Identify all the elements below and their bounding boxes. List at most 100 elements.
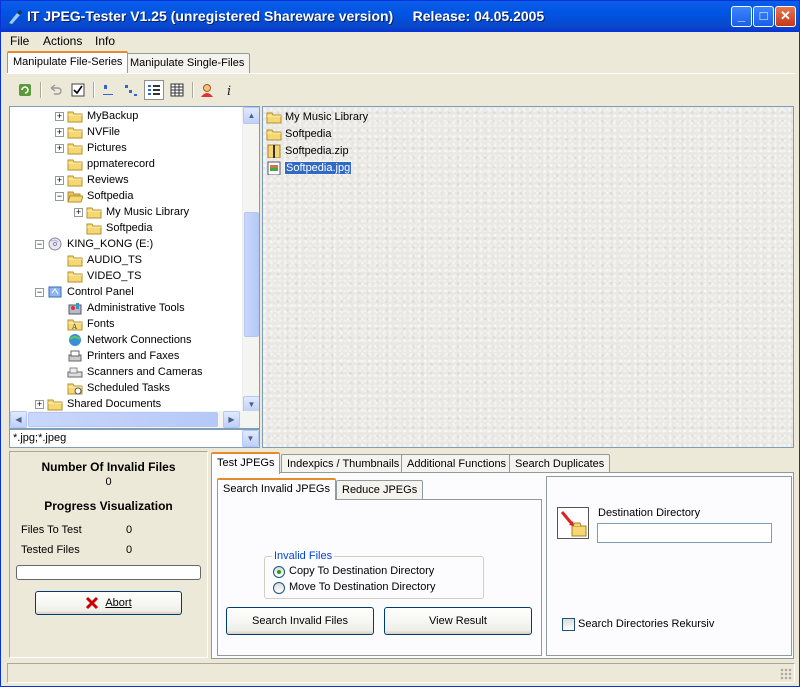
destination-input[interactable] <box>597 523 772 543</box>
toolbar: i <box>7 73 795 105</box>
small-icons-icon[interactable] <box>98 80 118 100</box>
close-button[interactable]: ✕ <box>775 6 796 27</box>
tree-item[interactable]: Printers and Faxes <box>55 348 179 364</box>
search-invalid-panel: Invalid Files Copy To Destination Direct… <box>217 499 542 656</box>
grid-icon[interactable] <box>167 80 187 100</box>
tree-item[interactable]: AUDIO_TS <box>55 252 142 268</box>
recursive-checkbox[interactable] <box>562 618 575 631</box>
tree-item[interactable]: Softpedia <box>74 220 152 236</box>
browse-folder-button[interactable] <box>557 507 589 539</box>
expander-plus-icon[interactable]: + <box>55 143 64 153</box>
scanner-icon <box>67 365 87 379</box>
chevron-down-icon[interactable]: ▼ <box>242 430 259 447</box>
folder-icon <box>67 157 87 171</box>
tree-item[interactable]: − KING_KONG (E:) <box>35 236 153 252</box>
tree-item-label: Softpedia <box>87 190 134 202</box>
tree-vertical-scrollbar[interactable]: ▲ ▼ <box>242 107 259 413</box>
tab-manipulate-file-series[interactable]: Manipulate File-Series <box>7 51 129 73</box>
tab-search-invalid-jpegs[interactable]: Search Invalid JPEGs <box>217 478 336 500</box>
tree-item[interactable]: Scanners and Cameras <box>55 364 203 380</box>
tab-additional-functions[interactable]: Additional Functions <box>401 454 513 474</box>
hscroll-thumb[interactable] <box>28 412 218 427</box>
folder-open-icon <box>67 189 87 203</box>
invalid-files-legend: Invalid Files <box>272 550 335 562</box>
expander-plus-icon[interactable]: + <box>74 207 83 217</box>
tree-item-label: Softpedia <box>106 222 153 234</box>
file-list-item[interactable]: Softpedia.jpg <box>266 160 353 176</box>
file-list-item[interactable]: Softpedia <box>266 126 331 142</box>
move-radio-label[interactable]: Move To Destination Directory <box>289 581 436 593</box>
tree-item[interactable]: VIDEO_TS <box>55 268 141 284</box>
tree-item[interactable]: A Fonts <box>55 316 115 332</box>
file-list-item[interactable]: My Music Library <box>266 109 368 125</box>
user-icon[interactable] <box>197 80 217 100</box>
tree-item-label: NVFile <box>87 126 121 138</box>
expander-minus-icon[interactable]: − <box>35 239 44 249</box>
tree-item-label: Scheduled Tasks <box>87 382 170 394</box>
view-result-button[interactable]: View Result <box>384 607 532 635</box>
expander-plus-icon[interactable]: + <box>55 127 64 137</box>
tree-item[interactable]: + Pictures <box>55 140 127 156</box>
tree-item[interactable]: − Control Panel <box>35 284 134 300</box>
menu-info[interactable]: Info <box>95 34 115 48</box>
expander-minus-icon[interactable]: − <box>35 287 44 297</box>
file-label: Softpedia <box>285 128 332 140</box>
tree-item[interactable]: Administrative Tools <box>55 300 185 316</box>
tree-item[interactable]: + Reviews <box>55 172 129 188</box>
tree-item[interactable]: − Softpedia <box>55 188 133 204</box>
check-icon[interactable] <box>68 80 88 100</box>
expander-plus-icon[interactable]: + <box>55 111 64 121</box>
tree-item-label: Fonts <box>87 318 115 330</box>
folder-tree[interactable]: + MyBackup + NVFile + Pictures ppmaterecord + Re… <box>9 106 260 429</box>
scroll-left-arrow-icon[interactable]: ◀ <box>10 411 27 428</box>
expander-minus-icon[interactable]: − <box>55 191 64 201</box>
tree-horizontal-scrollbar[interactable]: ◀ ▶ <box>10 411 259 428</box>
tree-item[interactable]: + MyBackup <box>55 108 138 124</box>
fonts-icon: A <box>67 317 87 331</box>
copy-radio[interactable] <box>273 566 285 578</box>
expander-plus-icon[interactable]: + <box>35 399 44 409</box>
folder-icon <box>266 110 285 124</box>
invalid-files-count: 0 <box>105 476 112 488</box>
tab-reduce-jpegs[interactable]: Reduce JPEGs <box>336 480 424 500</box>
menu-file[interactable]: File <box>10 34 29 48</box>
details-icon[interactable] <box>144 80 164 100</box>
folder-icon <box>67 109 87 123</box>
scroll-up-arrow-icon[interactable]: ▲ <box>243 107 259 124</box>
search-invalid-files-button[interactable]: Search Invalid Files <box>226 607 374 635</box>
minimize-button[interactable]: _ <box>731 6 752 27</box>
tree-item[interactable]: + My Music Library <box>74 204 189 220</box>
menu-actions[interactable]: Actions <box>43 34 82 48</box>
control-panel-icon <box>47 285 67 299</box>
title-bar[interactable]: IT JPEG-Tester V1.25 (unregistered Share… <box>1 1 799 32</box>
tree-item[interactable]: Scheduled Tasks <box>55 380 170 396</box>
tree-item-label: ppmaterecord <box>87 158 155 170</box>
file-list-item[interactable]: Softpedia.zip <box>266 143 349 159</box>
progress-bar <box>16 565 201 580</box>
tab-manipulate-single-files[interactable]: Manipulate Single-Files <box>124 53 251 73</box>
expander-plus-icon[interactable]: + <box>55 175 64 185</box>
info-icon[interactable]: i <box>220 80 240 100</box>
tab-search-duplicates[interactable]: Search Duplicates <box>509 454 611 474</box>
file-list[interactable]: My Music Library Softpedia Softpedia.zip So… <box>262 106 794 448</box>
maximize-button[interactable]: □ <box>753 6 774 27</box>
refresh-icon[interactable] <box>15 80 35 100</box>
printer-icon <box>67 349 87 363</box>
list-icon[interactable] <box>121 80 141 100</box>
tree-item[interactable]: ppmaterecord <box>55 156 155 172</box>
network-icon <box>67 333 87 347</box>
abort-button[interactable]: Abort <box>35 591 182 615</box>
undo-icon[interactable] <box>45 80 65 100</box>
file-filter-combo[interactable]: *.jpg;*.jpeg ▼ <box>9 429 260 448</box>
move-radio[interactable] <box>273 582 285 594</box>
tree-item[interactable]: + Shared Documents <box>35 396 161 412</box>
tab-indexpics-thumbnails[interactable]: Indexpics / Thumbnails <box>281 454 406 474</box>
tree-item[interactable]: Network Connections <box>55 332 192 348</box>
recursive-label[interactable]: Search Directories Rekursiv <box>578 618 714 630</box>
scroll-right-arrow-icon[interactable]: ▶ <box>223 411 240 428</box>
scroll-thumb[interactable] <box>244 212 259 337</box>
resize-grip-icon[interactable] <box>780 668 792 680</box>
tab-test-jpegs[interactable]: Test JPEGs <box>211 452 281 474</box>
tree-item[interactable]: + NVFile <box>55 124 120 140</box>
copy-radio-label[interactable]: Copy To Destination Directory <box>289 565 434 577</box>
